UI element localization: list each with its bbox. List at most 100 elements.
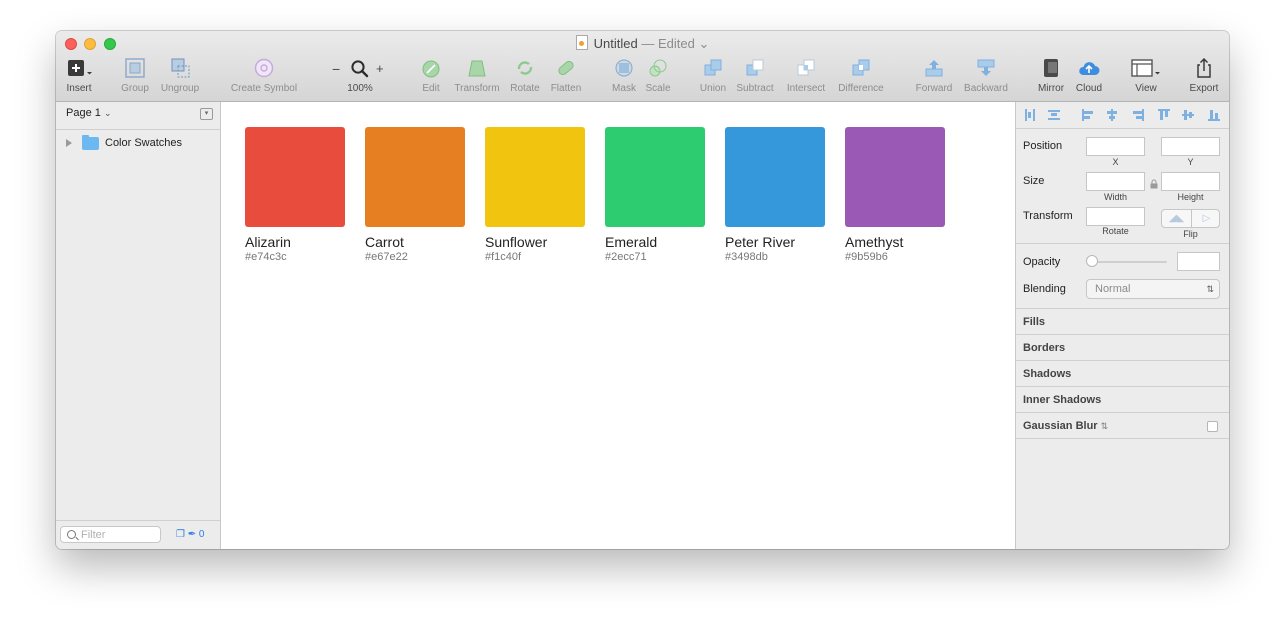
scale-label: Scale <box>645 83 671 94</box>
height-field[interactable] <box>1161 172 1220 191</box>
gaussian-blur-checkbox[interactable] <box>1207 421 1218 432</box>
blending-select[interactable]: Normal ⇅ <box>1086 279 1220 299</box>
window-title[interactable]: Untitled — Edited ⌄ <box>56 35 1229 52</box>
swatch-carrot[interactable] <box>365 127 465 227</box>
gaussian-blur-label: Gaussian Blur <box>1023 420 1098 432</box>
symbol-filter-icon[interactable]: ❐ <box>176 529 185 540</box>
align-top-icon[interactable] <box>1158 109 1170 121</box>
distribute-vertical-icon[interactable] <box>1048 109 1060 121</box>
backward-button[interactable]: Backward <box>961 57 1011 94</box>
transform-label: Transform <box>1023 210 1073 222</box>
align-middle-icon[interactable] <box>1182 109 1194 121</box>
align-right-icon[interactable] <box>1132 109 1144 121</box>
fills-section[interactable]: Fills <box>1023 316 1045 328</box>
document-icon <box>575 35 588 50</box>
forward-button[interactable]: Forward <box>913 57 955 94</box>
divider <box>1016 386 1229 387</box>
flip-horizontal-icon[interactable]: ◢◣ <box>1162 210 1191 227</box>
union-button[interactable]: Union <box>697 57 729 94</box>
ungroup-icon <box>157 57 203 81</box>
width-field[interactable] <box>1086 172 1145 191</box>
swatch-sunflower[interactable] <box>485 127 585 227</box>
height-label: Height <box>1177 192 1204 202</box>
canvas[interactable]: Alizarin #e74c3c Carrot #e67e22 Sunflowe… <box>221 102 1015 549</box>
swatch-amethyst[interactable] <box>845 127 945 227</box>
shadows-section[interactable]: Shadows <box>1023 368 1071 380</box>
mask-button[interactable]: Mask <box>609 57 639 94</box>
swatch-alizarin[interactable] <box>245 127 345 227</box>
borders-section[interactable]: Borders <box>1023 342 1065 354</box>
opacity-label: Opacity <box>1023 256 1061 268</box>
plus-box-icon <box>64 57 94 81</box>
rotate-field[interactable] <box>1086 207 1145 226</box>
zoom-control: − + 100% <box>332 57 388 94</box>
subtract-icon <box>734 57 776 81</box>
align-center-icon[interactable] <box>1106 109 1118 121</box>
filter-input[interactable]: Filter <box>60 526 161 543</box>
filter-options[interactable]: ❐ ✒ 0 <box>176 529 204 540</box>
create-symbol-label: Create Symbol <box>230 83 298 94</box>
export-label: Export <box>1189 83 1219 94</box>
subtract-button[interactable]: Subtract <box>734 57 776 94</box>
document-title: Untitled <box>593 36 638 51</box>
export-button[interactable]: Export <box>1186 57 1222 94</box>
group-button[interactable]: Group <box>118 57 152 94</box>
lock-icon[interactable] <box>1150 176 1158 194</box>
chevron-down-icon: ⌄ <box>103 108 112 118</box>
rotate-label: Rotate <box>1102 226 1129 236</box>
align-bottom-icon[interactable] <box>1208 109 1220 121</box>
view-icon <box>1130 57 1162 81</box>
disclosure-triangle-icon[interactable] <box>66 139 72 147</box>
titlebar: Untitled — Edited ⌄ Insert Group Ungroup <box>56 31 1229 102</box>
zoom-out-button[interactable]: − <box>332 57 340 81</box>
inner-shadows-section[interactable]: Inner Shadows <box>1023 394 1101 406</box>
swatch-hex: #e74c3c <box>245 251 287 263</box>
insert-button[interactable]: Insert <box>64 57 94 94</box>
flip-label: Flip <box>1183 229 1198 239</box>
ungroup-button[interactable]: Ungroup <box>157 57 203 94</box>
layers-sidebar: Page 1 ⌄ ▾ Color Swatches Filter ❐ ✒ 0 <box>56 102 221 549</box>
create-symbol-button[interactable]: Create Symbol <box>226 57 302 94</box>
y-label: Y <box>1187 157 1194 167</box>
difference-button[interactable]: Difference <box>835 57 887 94</box>
position-y-field[interactable] <box>1161 137 1220 156</box>
filter-placeholder: Filter <box>81 529 106 541</box>
updown-chevron-icon[interactable]: ⇅ <box>1101 421 1109 431</box>
swatch-name: Sunflower <box>485 234 548 250</box>
swatch-name: Emerald <box>605 234 658 250</box>
zoom-in-button[interactable]: + <box>376 57 384 81</box>
scale-button[interactable]: Scale <box>642 57 674 94</box>
forward-label: Forward <box>915 83 953 94</box>
swatch-peter-river[interactable] <box>725 127 825 227</box>
edit-button[interactable]: Edit <box>418 57 444 94</box>
page-selector[interactable]: Page 1 ⌄ <box>66 107 111 119</box>
flatten-button[interactable]: Flatten <box>547 57 585 94</box>
layer-item[interactable]: Color Swatches <box>66 134 182 152</box>
layer-name: Color Swatches <box>105 137 183 149</box>
swatch-emerald[interactable] <box>605 127 705 227</box>
flip-vertical-icon[interactable]: ▷ <box>1192 210 1221 227</box>
rotate-button[interactable]: Rotate <box>508 57 542 94</box>
align-left-icon[interactable] <box>1082 109 1094 121</box>
intersect-button[interactable]: Intersect <box>784 57 828 94</box>
view-button[interactable]: View <box>1130 57 1162 94</box>
mask-icon <box>609 57 639 81</box>
divider <box>1016 438 1229 439</box>
search-icon <box>67 530 76 539</box>
swatch-hex: #f1c40f <box>485 251 522 263</box>
backward-label: Backward <box>964 83 1008 94</box>
position-x-field[interactable] <box>1086 137 1145 156</box>
mirror-icon <box>1034 57 1068 81</box>
cloud-button[interactable]: Cloud <box>1073 57 1105 94</box>
opacity-field[interactable] <box>1177 252 1220 271</box>
transform-button[interactable]: Transform <box>450 57 504 94</box>
distribute-horizontal-icon[interactable] <box>1024 109 1036 121</box>
opacity-slider-track[interactable] <box>1091 261 1167 263</box>
ungroup-label: Ungroup <box>160 83 200 94</box>
opacity-slider-knob[interactable] <box>1086 255 1098 267</box>
gaussian-blur-section[interactable]: Gaussian Blur ⇅ <box>1023 420 1108 432</box>
swatch-hex: #2ecc71 <box>605 251 647 263</box>
pages-toggle-icon[interactable]: ▾ <box>200 108 213 120</box>
mirror-button[interactable]: Mirror <box>1034 57 1068 94</box>
brush-icon[interactable]: ✒ <box>188 529 196 540</box>
